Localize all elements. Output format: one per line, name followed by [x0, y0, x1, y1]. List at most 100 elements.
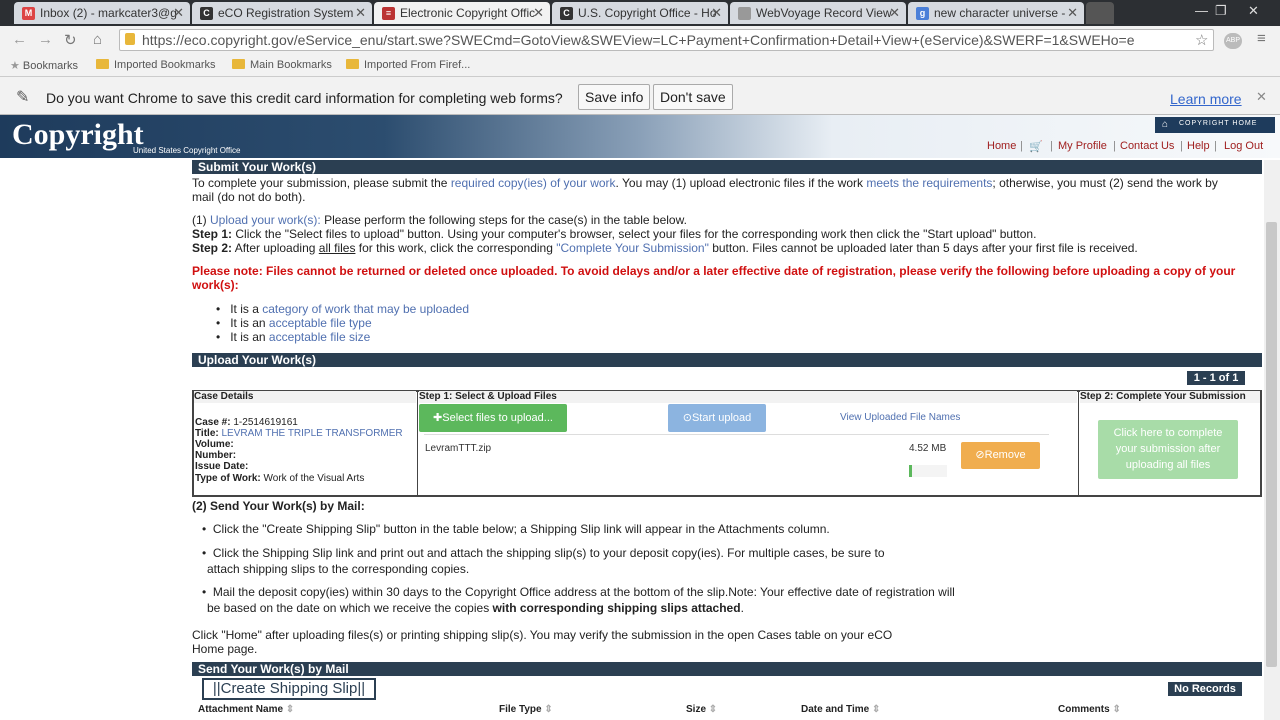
close-icon[interactable]: ✕ [533, 5, 544, 21]
folder-icon [96, 59, 109, 69]
col-file-type[interactable]: File Type ⇕ [499, 704, 553, 715]
menu-icon[interactable]: ≡ [1257, 30, 1266, 47]
close-icon[interactable]: ✕ [173, 5, 184, 21]
nav-help[interactable]: Help [1187, 140, 1210, 152]
new-tab-button[interactable] [1086, 2, 1114, 24]
tab-label: U.S. Copyright Office - Ho [578, 6, 717, 20]
plus-icon: ✚ [433, 412, 443, 424]
adblock-icon[interactable]: ABP [1224, 33, 1242, 49]
reload-icon[interactable]: ↻ [64, 31, 77, 49]
warning-note: Please note: Files cannot be returned or… [192, 264, 1236, 278]
learn-more-link[interactable]: Learn more [1170, 91, 1242, 107]
bookmark-imported-firefox[interactable]: Imported From Firef... [346, 59, 470, 71]
scrollbar-thumb[interactable] [1266, 222, 1277, 667]
nav-my-profile[interactable]: My Profile [1058, 140, 1107, 152]
complete-submission-button[interactable]: Click here to complete your submission af… [1098, 420, 1238, 479]
copyright-logo[interactable]: Copyright [12, 118, 144, 152]
close-icon[interactable]: ✕ [1256, 89, 1267, 105]
meets-requirements-link[interactable]: meets the requirements [866, 176, 992, 190]
close-icon[interactable]: ✕ [889, 5, 900, 21]
col-comments[interactable]: Comments ⇕ [1058, 704, 1121, 715]
address-bar[interactable]: https://eco.copyright.gov/eService_enu/s… [119, 29, 1214, 51]
nav-home[interactable]: Home [987, 140, 1016, 152]
lock-icon [125, 33, 135, 45]
mail-text: Mail the deposit copy(ies) within 30 day… [212, 585, 955, 599]
required-copies-link[interactable]: required copy(ies) of your work [451, 176, 616, 190]
complete-submission-link[interactable]: "Complete Your Submission" [556, 241, 709, 255]
star-icon[interactable]: ☆ [1195, 31, 1208, 49]
sort-icon: ⇕ [544, 704, 553, 715]
col-attachment-name[interactable]: Attachment Name ⇕ [198, 704, 294, 715]
home-icon[interactable]: ⌂ [93, 31, 102, 48]
infobar-message: Do you want Chrome to save this credit c… [46, 90, 563, 106]
col-date-time[interactable]: Date and Time ⇕ [801, 704, 880, 715]
col-step2: Step 2: Complete Your Submission [1080, 391, 1260, 403]
page-icon [738, 7, 751, 20]
upload-prefix: (1) [192, 213, 207, 227]
step-label: Step 2: [192, 241, 233, 255]
file-size-link[interactable]: acceptable file size [269, 330, 370, 344]
bookmark-bookmarks[interactable]: ★ Bookmarks [10, 59, 78, 72]
close-icon[interactable]: ✕ [355, 5, 366, 21]
start-upload-button[interactable]: ⊙Start upload [668, 404, 766, 432]
minimize-icon[interactable]: — [1195, 3, 1208, 18]
send-by-mail-heading: (2) Send Your Work(s) by Mail: [192, 499, 365, 513]
create-shipping-slip-button[interactable]: ||Create Shipping Slip|| [202, 678, 376, 700]
copyright-icon: C [560, 7, 573, 20]
case-type: Type of Work: Work of the Visual Arts [195, 473, 364, 484]
tab-inbox[interactable]: M Inbox (2) - markcater3@g ✕ [14, 2, 190, 24]
step-text: Click the "Select files to upload" butto… [235, 227, 1037, 241]
step-text: After uploading [234, 241, 316, 255]
bookmark-imported[interactable]: Imported Bookmarks [96, 59, 215, 71]
upload-instructions: (1) Upload your work(s): Please perform … [192, 213, 687, 227]
window-close-icon[interactable]: ✕ [1248, 3, 1259, 19]
tab-webvoyage[interactable]: WebVoyage Record View ✕ [730, 2, 906, 24]
col-size[interactable]: Size ⇕ [686, 704, 717, 715]
save-info-button[interactable]: Save info [578, 84, 651, 110]
restore-icon[interactable]: ❐ [1215, 3, 1227, 19]
sort-icon: ⇕ [285, 704, 295, 715]
button-label: Remove [984, 449, 1026, 461]
button-label: Create Shipping Slip [220, 680, 358, 697]
case-label: Type of Work: [195, 473, 261, 484]
bookmark-main[interactable]: Main Bookmarks [232, 59, 332, 71]
nav-log-out[interactable]: Log Out [1224, 140, 1263, 152]
tab-label: WebVoyage Record View [756, 6, 892, 20]
intro-text: ; otherwise, you must (2) send the work … [992, 176, 1218, 190]
copyright-icon: C [200, 7, 213, 20]
case-number: Case #: 1-2514619161 [195, 417, 298, 428]
tab-eco[interactable]: CeCO Registration System ✕ [192, 2, 372, 24]
case-volume: Volume: [195, 439, 234, 450]
bullet-file-size: • It is an acceptable file size [216, 330, 371, 344]
upload-works-link[interactable]: Upload your work(s): [210, 213, 321, 227]
copyright-home-button[interactable]: ⌂ COPYRIGHT HOME [1155, 117, 1275, 133]
tab-electronic-copyright[interactable]: ≡ Electronic Copyright Offic ✕ [374, 2, 550, 24]
dont-save-button[interactable]: Don't save [653, 84, 733, 110]
folder-icon [346, 59, 359, 69]
title-link[interactable]: LEVRAM THE TRIPLE TRANSFORMER [222, 428, 403, 439]
back-icon[interactable]: ← [12, 31, 27, 48]
all-files-text: all files [318, 241, 356, 255]
sort-icon: ⇕ [1112, 704, 1121, 715]
forward-icon[interactable]: → [38, 31, 53, 48]
select-files-button[interactable]: ✚Select files to upload... [419, 404, 567, 432]
file-type-link[interactable]: acceptable file type [269, 316, 372, 330]
nav-contact-us[interactable]: Contact Us [1120, 140, 1174, 152]
mail-bullet-3-cont: be based on the date on which we receive… [207, 601, 744, 615]
bullet-category: • It is a category of work that may be u… [216, 302, 470, 316]
col-case-details: Case Details [194, 391, 416, 403]
tab-us-copyright-office[interactable]: C U.S. Copyright Office - Ho ✕ [552, 2, 728, 24]
remove-button[interactable]: ⊘Remove [961, 442, 1040, 469]
bullet-prefix: It is a [230, 302, 259, 316]
gmail-icon: M [22, 7, 35, 20]
cart-icon[interactable]: 🛒 [1029, 140, 1043, 153]
category-link[interactable]: category of work that may be uploaded [262, 302, 469, 316]
button-label: your submission after [1115, 443, 1221, 455]
tab-label: Electronic Copyright Offic [400, 6, 536, 20]
home-instructions-2: Home page. [192, 642, 258, 656]
close-icon[interactable]: ✕ [711, 5, 722, 21]
close-icon[interactable]: ✕ [1067, 5, 1078, 21]
view-uploaded-files-link[interactable]: View Uploaded File Names [840, 412, 960, 423]
google-icon: g [916, 7, 929, 20]
tab-google-search[interactable]: g new character universe - ✕ [908, 2, 1084, 24]
